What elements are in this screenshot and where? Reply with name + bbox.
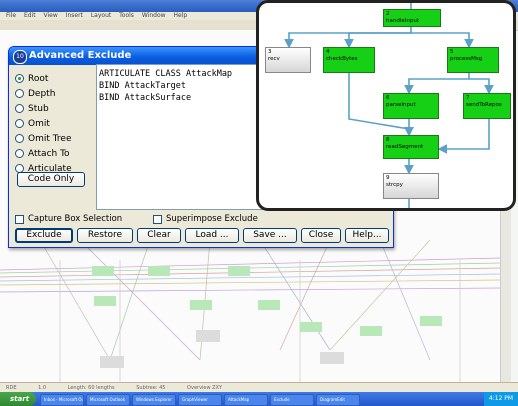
- clear-button[interactable]: Clear: [137, 228, 181, 243]
- node-label: checkBytes: [326, 56, 358, 62]
- radio-omit[interactable]: Omit: [15, 116, 72, 131]
- checkbox-box[interactable]: [15, 214, 24, 224]
- graph-node-strcpy[interactable]: 9 strcpy: [383, 173, 439, 199]
- status-length: Length: 60 lengths: [67, 385, 115, 391]
- system-tray-clock[interactable]: 4:12 PM: [484, 392, 518, 406]
- graph-node-handle-input[interactable]: 2 handleInput: [383, 9, 441, 27]
- radio-omit-tree[interactable]: Omit Tree: [15, 131, 72, 146]
- node-label: readSegment: [386, 144, 424, 150]
- taskbar-item[interactable]: Windows Explorer: [132, 394, 176, 406]
- radio-selected-indicator[interactable]: [15, 74, 24, 83]
- node-id: 2: [386, 11, 390, 17]
- node-label: processMsg: [450, 56, 483, 62]
- radio-indicator[interactable]: [15, 134, 24, 143]
- taskbar-item[interactable]: Microsoft Outlook: [86, 394, 130, 406]
- start-button[interactable]: start: [0, 392, 36, 406]
- node-label: parseInput: [386, 102, 416, 108]
- exclude-mode-radio-group: Root Depth Stub Omit Omit Tree Attach To…: [15, 71, 72, 176]
- node-id: 4: [326, 49, 330, 55]
- status-mode: RDE: [6, 385, 17, 391]
- radio-label-attach-to: Attach To: [28, 148, 70, 159]
- menu-item-edit[interactable]: Edit: [24, 12, 36, 19]
- checkbox-label: Capture Box Selection: [28, 214, 123, 224]
- node-label: handleInput: [386, 18, 419, 24]
- close-button[interactable]: Close: [301, 228, 341, 243]
- radio-label-root: Root: [28, 73, 49, 84]
- node-label: recv: [268, 56, 280, 62]
- taskbar-item[interactable]: GraphViewer: [178, 394, 222, 406]
- superimpose-exclude-checkbox[interactable]: Superimpose Exclude: [153, 214, 258, 224]
- radio-label-omit: Omit: [28, 118, 50, 129]
- radio-label-depth: Depth: [28, 88, 56, 99]
- radio-label-omit-tree: Omit Tree: [28, 133, 72, 144]
- status-subtree: Subtree: 45: [136, 385, 166, 391]
- save-button[interactable]: Save ...: [243, 228, 297, 243]
- radio-stub[interactable]: Stub: [15, 101, 72, 116]
- taskbar-item[interactable]: Inbox - Microsoft Out...: [40, 394, 84, 406]
- node-id: 7: [466, 95, 470, 101]
- taskbar: start Inbox - Microsoft Out... Microsoft…: [0, 392, 518, 406]
- restore-button[interactable]: Restore: [77, 228, 133, 243]
- radio-root[interactable]: Root: [15, 71, 72, 86]
- graph-node-read-segment[interactable]: 8 readSegment: [383, 135, 439, 159]
- radio-depth[interactable]: Depth: [15, 86, 72, 101]
- capture-box-selection-checkbox[interactable]: Capture Box Selection: [15, 214, 122, 224]
- exclude-button[interactable]: Exclude: [15, 228, 73, 243]
- node-id: 5: [450, 49, 454, 55]
- dialog-title: Advanced Exclude: [29, 50, 132, 61]
- graph-zoom-callout: 2 handleInput 3 recv 4 checkBytes 5 proc…: [256, 0, 516, 211]
- status-overview: Overview ZXY: [187, 385, 223, 391]
- menu-item-layout[interactable]: Layout: [91, 12, 111, 19]
- radio-indicator[interactable]: [15, 104, 24, 113]
- node-id: 8: [386, 137, 390, 143]
- menu-item-insert[interactable]: Insert: [66, 12, 83, 19]
- graph-node-recv[interactable]: 3 recv: [265, 47, 311, 73]
- background-edges: [0, 239, 501, 382]
- taskbar-item[interactable]: Exclude: [270, 394, 314, 406]
- menu-item-help[interactable]: Help: [173, 12, 187, 19]
- radio-attach-to[interactable]: Attach To: [15, 146, 72, 161]
- menu-item-file[interactable]: File: [6, 12, 16, 19]
- node-label: strcpy: [386, 182, 403, 188]
- graph-node-check-bytes[interactable]: 4 checkBytes: [323, 47, 375, 73]
- app-icon: 10: [13, 50, 27, 64]
- radio-label-stub: Stub: [28, 103, 49, 114]
- node-id: 3: [268, 49, 272, 55]
- radio-indicator[interactable]: [15, 119, 24, 128]
- menu-item-view[interactable]: View: [44, 12, 58, 19]
- code-only-button[interactable]: Code Only: [17, 172, 85, 187]
- node-id: 6: [386, 95, 390, 101]
- graph-node-process-msg[interactable]: 5 processMsg: [447, 47, 499, 73]
- checkbox-label: Superimpose Exclude: [166, 214, 258, 224]
- graph-node-send-to-repos[interactable]: 7 sendToRepos: [463, 93, 511, 119]
- taskbar-item[interactable]: AttackMap: [224, 394, 268, 406]
- status-version: 1.0: [38, 385, 47, 391]
- radio-indicator[interactable]: [15, 149, 24, 158]
- help-button[interactable]: Help...: [345, 228, 389, 243]
- node-id: 9: [386, 175, 390, 181]
- menu-item-tools[interactable]: Tools: [119, 12, 134, 19]
- taskbar-item[interactable]: DiagramEdit: [316, 394, 360, 406]
- graph-node-parse-input[interactable]: 6 parseInput: [383, 93, 439, 119]
- node-label: sendToRepos: [466, 102, 502, 108]
- menu-item-window[interactable]: Window: [142, 12, 166, 19]
- radio-indicator[interactable]: [15, 89, 24, 98]
- checkbox-box[interactable]: [153, 214, 162, 224]
- load-button[interactable]: Load ...: [185, 228, 239, 243]
